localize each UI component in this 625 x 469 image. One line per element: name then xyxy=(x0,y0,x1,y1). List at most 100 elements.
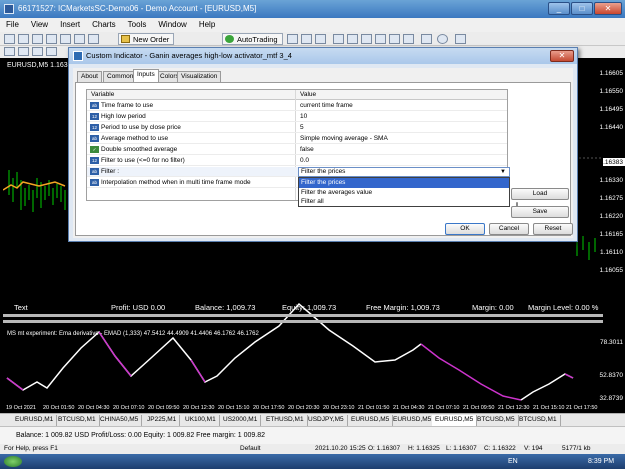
connection-traffic: 5177/1 kb xyxy=(562,445,591,452)
periods-icon[interactable] xyxy=(421,34,432,44)
chart-tab-active[interactable]: EURUSD,M5 xyxy=(432,415,478,426)
navigator-icon[interactable] xyxy=(60,34,71,44)
vertical-line-icon[interactable] xyxy=(32,47,43,56)
filter-option[interactable]: Filter the prices xyxy=(299,178,509,188)
market-watch-icon[interactable] xyxy=(32,34,43,44)
date-label: 20 Oct 01:50 xyxy=(43,405,75,411)
dialog-title-bar: Custom Indicator - Ganin averages high-l… xyxy=(69,48,577,64)
filter-option[interactable]: Filter the averages value xyxy=(299,188,509,198)
filter-option[interactable]: Filter all xyxy=(299,197,509,207)
start-icon[interactable] xyxy=(4,456,22,467)
price-label: 1.16550 xyxy=(599,88,624,95)
line-chart-icon[interactable] xyxy=(315,34,326,44)
status-bar: For Help, press F1 Default 2021.10.20 15… xyxy=(0,444,625,454)
number-param-icon: 12 xyxy=(90,157,99,164)
custom-indicator-dialog: Custom Indicator - Ganin averages high-l… xyxy=(68,47,578,242)
minimize-button[interactable]: _ xyxy=(548,2,570,15)
param-row[interactable]: 12 Period to use by close price 5 xyxy=(87,123,507,133)
tester-icon[interactable] xyxy=(88,34,99,44)
price-label: 1.16055 xyxy=(599,267,624,274)
chart-tab[interactable]: EURUSD,M1 xyxy=(12,415,58,426)
tile-icon[interactable] xyxy=(361,34,372,44)
reset-button[interactable]: Reset xyxy=(533,223,573,235)
chart-tab[interactable]: ETHUSD,M1 xyxy=(263,415,308,426)
menu-insert[interactable]: Insert xyxy=(54,18,86,32)
price-label: 1.16110 xyxy=(599,249,623,256)
variable-column-header[interactable]: Variable xyxy=(91,91,114,98)
menu-tools[interactable]: Tools xyxy=(122,18,153,32)
chart-tab[interactable]: BTCUSD,M1 xyxy=(55,415,100,426)
autoscroll-icon[interactable] xyxy=(375,34,386,44)
autotrading-button[interactable]: AutoTrading xyxy=(222,33,283,45)
chart-tab[interactable]: USDJPY,M5 xyxy=(305,415,348,426)
tab-visualization[interactable]: Visualization xyxy=(177,71,222,82)
load-button[interactable]: Load xyxy=(511,188,569,200)
chevron-down-icon[interactable]: ▼ xyxy=(500,168,506,176)
value-column-header[interactable]: Value xyxy=(300,91,316,98)
chart-tab[interactable]: US2000,M1 xyxy=(220,415,262,426)
menu-help[interactable]: Help xyxy=(193,18,221,32)
terminal-balance-row[interactable]: Balance: 1 009.82 USD Profit/Loss: 0.00 … xyxy=(0,426,625,444)
grid-header: Variable Value xyxy=(87,90,507,100)
chart-tab[interactable]: BTCUSD,M1 xyxy=(516,415,561,426)
new-chart-icon[interactable] xyxy=(4,34,15,44)
clock-time[interactable]: 8:39 PM xyxy=(588,456,614,467)
dialog-close-button[interactable]: ✕ xyxy=(550,50,574,62)
window-title: 66171527: ICMarketsSC-Demo06 - Demo Acco… xyxy=(18,4,257,13)
menu-window[interactable]: Window xyxy=(152,18,192,32)
horizontal-line-icon[interactable] xyxy=(46,47,57,56)
chart-tab[interactable]: JP225,M1 xyxy=(144,415,181,426)
date-label: 21 Oct 09:50 xyxy=(463,405,495,411)
account-text-label: Text xyxy=(14,303,28,312)
date-label: 21 Oct 01:50 xyxy=(358,405,390,411)
param-row[interactable]: 12 High low period 10 xyxy=(87,112,507,122)
profiles-icon[interactable] xyxy=(18,34,29,44)
tab-about[interactable]: About xyxy=(77,71,102,82)
balance-value: Balance: 1,009.73 xyxy=(195,303,256,312)
param-row[interactable]: ✓ Double smoothed average false xyxy=(87,145,507,155)
candlestick-icon[interactable] xyxy=(301,34,312,44)
status-open: O: 1.16307 xyxy=(368,445,401,452)
zoom-in-icon[interactable] xyxy=(333,34,344,44)
status-datetime: 2021.10.20 15:25 xyxy=(315,445,366,452)
chart-tab[interactable]: BTCUSD,M5 xyxy=(474,415,519,426)
indicators-icon[interactable] xyxy=(403,34,414,44)
menu-file[interactable]: File xyxy=(0,18,25,32)
maximize-button[interactable]: □ xyxy=(571,2,593,15)
chart-tab[interactable]: UK100,M1 xyxy=(182,415,220,426)
chart-tab[interactable]: CHINA50,M5 xyxy=(97,415,143,426)
cursor-icon[interactable] xyxy=(4,47,15,56)
param-row[interactable]: ab Time frame to use current time frame xyxy=(87,101,507,111)
equity-value: Equity: 1,009.73 xyxy=(282,303,337,312)
filter-select[interactable]: Filter the prices ▼ xyxy=(298,167,510,177)
time-axis: 19 Oct 2021 20 Oct 01:50 20 Oct 04:30 20… xyxy=(3,405,603,413)
new-order-button[interactable]: New Order xyxy=(118,33,175,45)
data-window-icon[interactable] xyxy=(46,34,57,44)
clock-icon[interactable] xyxy=(437,34,448,44)
chart-tab[interactable]: EURUSD,M5 xyxy=(348,415,394,426)
window-divider[interactable] xyxy=(3,314,603,317)
crosshair-icon[interactable] xyxy=(18,47,29,56)
cancel-button[interactable]: Cancel xyxy=(489,223,529,235)
ok-button[interactable]: OK xyxy=(445,223,485,235)
status-volume: V: 194 xyxy=(524,445,543,452)
dialog-title: Custom Indicator - Ganin averages high-l… xyxy=(86,51,292,60)
chart-shift-icon[interactable] xyxy=(389,34,400,44)
menu-charts[interactable]: Charts xyxy=(86,18,122,32)
tab-inputs[interactable]: Inputs xyxy=(133,69,159,82)
terminal-icon[interactable] xyxy=(74,34,85,44)
param-row[interactable]: 12 Filter to use (<=0 for no filter) 0.0 xyxy=(87,156,507,166)
zoom-out-icon[interactable] xyxy=(347,34,358,44)
help-hint: For Help, press F1 xyxy=(4,445,58,452)
bar-chart-icon[interactable] xyxy=(287,34,298,44)
sub-price-label: 32.8739 xyxy=(599,395,624,402)
param-row[interactable]: ab Average method to use Simple moving a… xyxy=(87,134,507,144)
window-divider[interactable] xyxy=(3,320,603,323)
menu-view[interactable]: View xyxy=(25,18,54,32)
language-indicator[interactable]: EN xyxy=(508,456,518,467)
save-button[interactable]: Save xyxy=(511,206,569,218)
date-label: 21 Oct 17:50 xyxy=(566,405,598,411)
chart-tab[interactable]: EURUSD,M5 xyxy=(390,415,436,426)
templates-icon[interactable] xyxy=(455,34,466,44)
close-window-button[interactable]: ✕ xyxy=(594,2,622,15)
